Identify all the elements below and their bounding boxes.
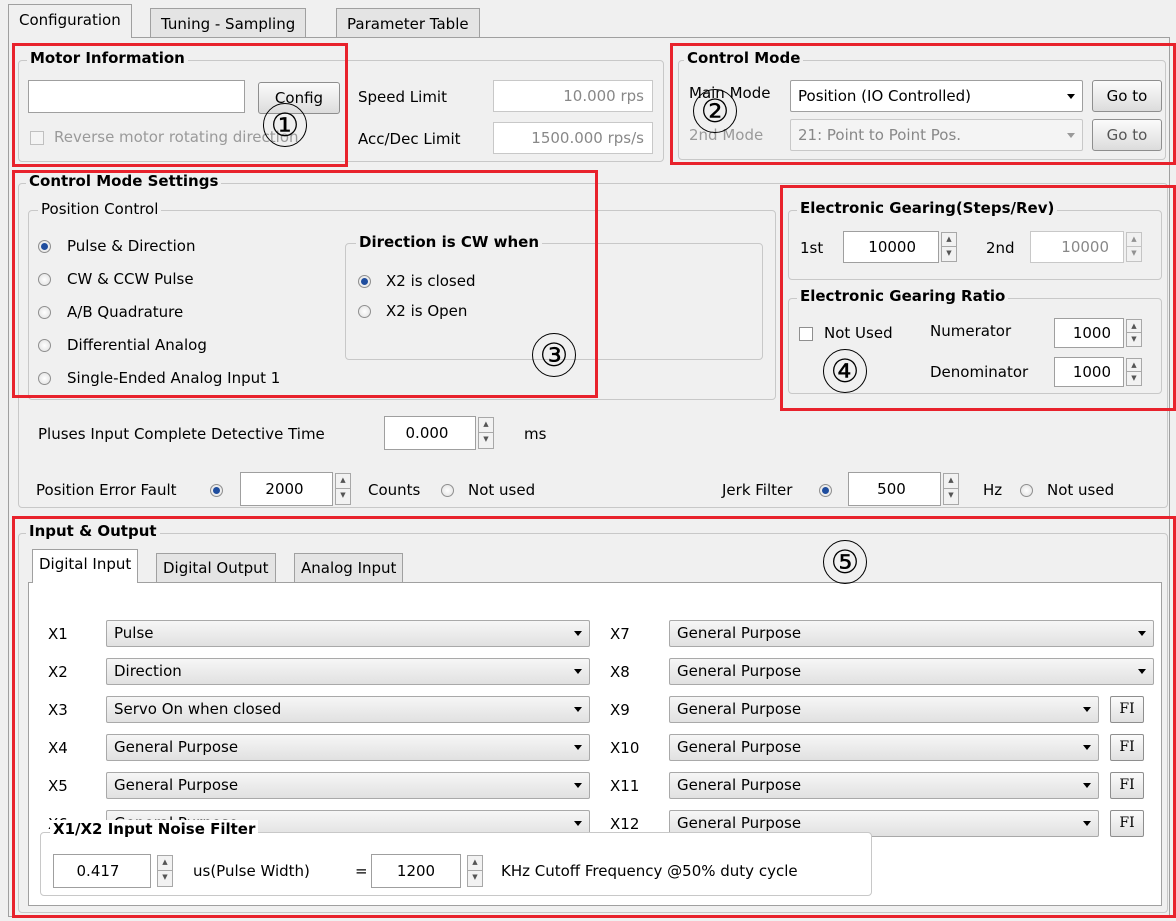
- jerk-filter-input[interactable]: 500: [848, 472, 941, 506]
- tab-tuning-sampling[interactable]: Tuning - Sampling: [150, 8, 307, 38]
- radio-jerk-filter-not-used[interactable]: [1020, 484, 1033, 497]
- position-error-fault-label: Position Error Fault: [36, 481, 177, 499]
- annotation-box-1: [12, 43, 348, 167]
- pulses-detective-spinner[interactable]: ▲ ▼: [478, 417, 494, 449]
- annotation-1: ①: [263, 103, 307, 147]
- jerk-filter-spinner[interactable]: ▲ ▼: [943, 473, 959, 505]
- annotation-5: ⑤: [823, 540, 867, 584]
- accdec-limit-label: Acc/Dec Limit: [358, 130, 461, 148]
- spin-up-icon: ▲: [944, 474, 958, 489]
- accdec-limit-field[interactable]: 1500.000 rps/s: [493, 122, 653, 154]
- jerk-filter-not-used-label: Not used: [1047, 481, 1115, 499]
- jerk-filter-unit: Hz: [983, 481, 1003, 499]
- spin-up-icon: ▲: [336, 474, 350, 489]
- spin-up-icon: ▲: [479, 418, 493, 433]
- tab-parameter-table[interactable]: Parameter Table: [336, 8, 480, 38]
- annotation-3: ③: [532, 333, 576, 377]
- position-error-spinner[interactable]: ▲ ▼: [335, 473, 351, 505]
- spin-down-icon: ▼: [483, 435, 489, 443]
- speed-limit-field[interactable]: 10.000 rps: [493, 80, 653, 112]
- radio-position-error-not-used[interactable]: [441, 484, 454, 497]
- annotation-4: ④: [823, 349, 867, 393]
- pulses-detective-label: Pluses Input Complete Detective Time: [38, 425, 325, 443]
- pulses-detective-unit: ms: [524, 425, 547, 443]
- annotation-2: ②: [693, 89, 737, 133]
- spin-down-icon: ▼: [340, 491, 346, 499]
- pulses-detective-input[interactable]: 0.000: [384, 416, 476, 450]
- position-error-not-used-label: Not used: [468, 481, 536, 499]
- position-error-input[interactable]: 2000: [240, 472, 333, 506]
- speed-limit-label: Speed Limit: [358, 88, 447, 106]
- tab-configuration[interactable]: Configuration: [8, 4, 132, 38]
- annotation-box-3: [12, 170, 598, 398]
- annotation-box-5: [12, 516, 1176, 918]
- annotation-box-2: [670, 43, 1176, 165]
- jerk-filter-label: Jerk Filter: [722, 481, 793, 499]
- radio-position-error-enabled[interactable]: [210, 484, 223, 497]
- position-error-unit: Counts: [368, 481, 421, 499]
- spin-down-icon: ▼: [948, 491, 954, 499]
- radio-jerk-filter-enabled[interactable]: [819, 484, 832, 497]
